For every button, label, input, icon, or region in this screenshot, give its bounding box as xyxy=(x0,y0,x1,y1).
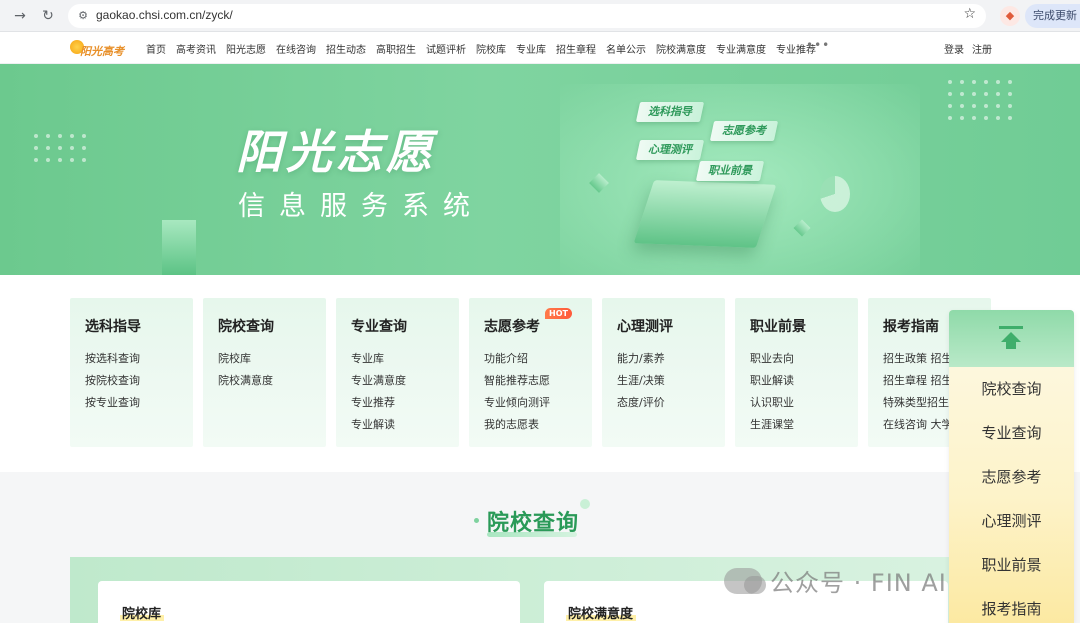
browser-toolbar: → ↻ ⚙ gaokao.chsi.com.cn/zyck/ ☆ ◆ 完成更新 xyxy=(0,0,1080,32)
auth-links: 登录 注册 xyxy=(944,41,992,56)
card-title[interactable]: 专业查询 xyxy=(351,316,459,336)
reload-icon[interactable]: ↻ xyxy=(38,6,58,26)
banner-title: 阳光志愿 xyxy=(236,125,436,179)
login-link[interactable]: 登录 xyxy=(944,41,964,56)
nav-item-publicity[interactable]: 名单公示 xyxy=(606,41,646,56)
nav-item-charter[interactable]: 招生章程 xyxy=(556,41,596,56)
floating-side-panel: 院校查询 专业查询 志愿参考 心理测评 职业前景 报考指南 xyxy=(949,310,1074,623)
card-link[interactable]: 我的志愿表 xyxy=(484,414,592,436)
banner-tag-career: 职业前景 xyxy=(695,161,765,181)
nav-item-school-satisfaction[interactable]: 院校满意度 xyxy=(656,41,706,56)
back-to-top-button[interactable] xyxy=(949,310,1074,367)
banner-tag-volunteer: 志愿参考 xyxy=(709,121,779,141)
sub-card-title[interactable]: 院校满意度 xyxy=(568,603,633,622)
nav-item-consult[interactable]: 在线咨询 xyxy=(276,41,316,56)
card-link[interactable]: 认识职业 xyxy=(750,392,858,414)
card-major-query: 专业查询 专业库 专业满意度 专业推荐 专业解读 xyxy=(336,298,459,447)
card-link[interactable]: 专业库 xyxy=(351,348,459,370)
card-volunteer-reference: 志愿参考 HOT 功能介绍 智能推荐志愿 专业倾向测评 我的志愿表 xyxy=(469,298,592,447)
card-link[interactable]: 职业解读 xyxy=(750,370,858,392)
card-link[interactable]: 专业解读 xyxy=(351,414,459,436)
card-link[interactable]: 院校库 xyxy=(218,348,326,370)
card-link[interactable]: 职业去向 xyxy=(750,348,858,370)
card-link[interactable]: 功能介绍 xyxy=(484,348,592,370)
card-title[interactable]: 职业前景 xyxy=(750,316,858,336)
card-link[interactable]: 院校满意度 xyxy=(218,370,326,392)
section-title: 院校查询 xyxy=(487,511,580,536)
card-title[interactable]: 心理测评 xyxy=(617,316,725,336)
more-menu-icon[interactable]: ••• xyxy=(806,38,830,52)
site-info-icon[interactable]: ⚙ xyxy=(76,8,90,22)
card-link[interactable]: 态度/评价 xyxy=(617,392,725,414)
update-button[interactable]: 完成更新 xyxy=(1025,4,1080,28)
decor-dots-right xyxy=(948,80,1012,120)
site-logo[interactable]: 阳光高考 xyxy=(70,40,126,58)
side-menu: 院校查询 专业查询 志愿参考 心理测评 职业前景 报考指南 xyxy=(949,378,1074,623)
side-item-school-query[interactable]: 院校查询 xyxy=(949,378,1074,422)
banner-tag-psych: 心理测评 xyxy=(635,140,705,160)
url-text[interactable]: gaokao.chsi.com.cn/zyck/ xyxy=(96,8,233,22)
decor-pie-icon xyxy=(820,176,850,212)
site-nav: 阳光高考 首页 高考资讯 阳光志愿 在线咨询 招生动态 高职招生 试题评析 院校… xyxy=(0,32,1080,64)
decor-platform xyxy=(633,180,777,248)
banner-tag-subject: 选科指导 xyxy=(635,102,705,122)
category-cards: 选科指导 按选科查询 按院校查询 按专业查询 院校查询 院校库 院校满意度 专业… xyxy=(70,298,991,447)
back-to-top-icon xyxy=(999,326,1023,350)
banner-subtitle: 信息服务系统 xyxy=(238,191,484,222)
card-link[interactable]: 按院校查询 xyxy=(85,370,193,392)
nav-item-home[interactable]: 首页 xyxy=(146,41,166,56)
nav-item-exam-review[interactable]: 试题评析 xyxy=(426,41,466,56)
card-link[interactable]: 专业满意度 xyxy=(351,370,459,392)
nav-item-major-satisfaction[interactable]: 专业满意度 xyxy=(716,41,766,56)
nav-item-major-db[interactable]: 专业库 xyxy=(516,41,546,56)
card-link[interactable]: 按专业查询 xyxy=(85,392,193,414)
card-link[interactable]: 生涯/决策 xyxy=(617,370,725,392)
card-link[interactable]: 生涯课堂 xyxy=(750,414,858,436)
forward-icon[interactable]: → xyxy=(10,6,30,26)
card-link[interactable]: 专业倾向测评 xyxy=(484,392,592,414)
side-item-volunteer-reference[interactable]: 志愿参考 xyxy=(949,466,1074,510)
side-item-psych-test[interactable]: 心理测评 xyxy=(949,510,1074,554)
nav-item-volunteer[interactable]: 阳光志愿 xyxy=(226,41,266,56)
decor-pillar xyxy=(162,220,196,275)
nav-item-news[interactable]: 高考资讯 xyxy=(176,41,216,56)
card-link[interactable]: 智能推荐志愿 xyxy=(484,370,592,392)
decor-dots-left xyxy=(34,134,86,162)
card-career-prospect: 职业前景 职业去向 职业解读 认识职业 生涯课堂 xyxy=(735,298,858,447)
card-psych-test: 心理测评 能力/素养 生涯/决策 态度/评价 xyxy=(602,298,725,447)
side-item-career-prospect[interactable]: 职业前景 xyxy=(949,554,1074,598)
extension-icon[interactable]: ◆ xyxy=(1000,6,1020,26)
address-bar[interactable]: ⚙ gaokao.chsi.com.cn/zyck/ ☆ xyxy=(68,4,986,28)
nav-menu: 首页 高考资讯 阳光志愿 在线咨询 招生动态 高职招生 试题评析 院校库 专业库… xyxy=(146,41,816,56)
card-title[interactable]: 志愿参考 xyxy=(484,316,592,336)
wechat-icon xyxy=(724,567,766,594)
hot-badge: HOT xyxy=(545,308,572,319)
card-subject-guide: 选科指导 按选科查询 按院校查询 按专业查询 xyxy=(70,298,193,447)
decor-dot xyxy=(580,499,590,509)
side-item-major-query[interactable]: 专业查询 xyxy=(949,422,1074,466)
logo-text: 阳光高考 xyxy=(80,45,124,58)
register-link[interactable]: 注册 xyxy=(972,41,992,56)
sub-card-school-db[interactable]: 院校库 xyxy=(98,581,520,623)
card-link[interactable]: 按选科查询 xyxy=(85,348,193,370)
card-link[interactable]: 专业推荐 xyxy=(351,392,459,414)
side-item-application-guide[interactable]: 报考指南 xyxy=(949,598,1074,623)
sub-card-title[interactable]: 院校库 xyxy=(122,603,161,622)
card-title[interactable]: 院校查询 xyxy=(218,316,326,336)
card-school-query: 院校查询 院校库 院校满意度 xyxy=(203,298,326,447)
hero-banner: 阳光志愿 信息服务系统 选科指导 志愿参考 心理测评 职业前景 xyxy=(0,64,1080,275)
card-link[interactable]: 能力/素养 xyxy=(617,348,725,370)
card-title[interactable]: 选科指导 xyxy=(85,316,193,336)
nav-item-vocational[interactable]: 高职招生 xyxy=(376,41,416,56)
nav-item-school-db[interactable]: 院校库 xyxy=(476,41,506,56)
bookmark-star-icon[interactable]: ☆ xyxy=(963,6,976,22)
decor-dot xyxy=(474,518,479,523)
nav-item-admission-news[interactable]: 招生动态 xyxy=(326,41,366,56)
